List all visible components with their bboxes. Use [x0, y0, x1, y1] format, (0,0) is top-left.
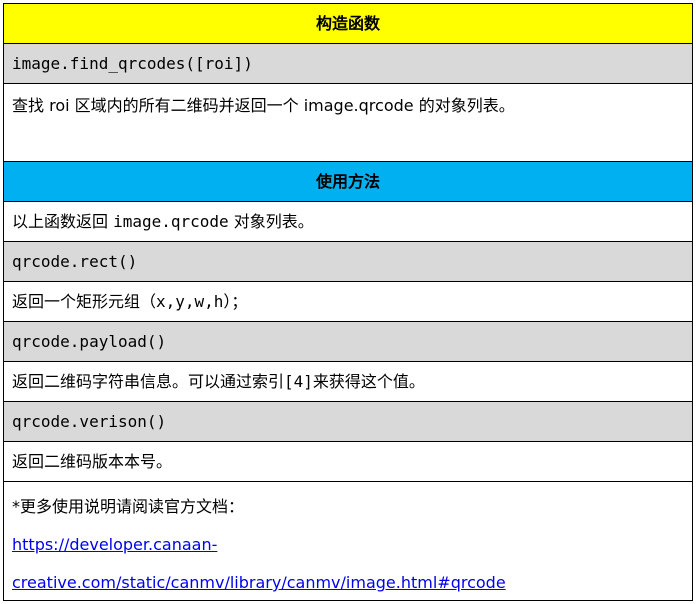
constructor-signature: image.find_qrcodes([roi]): [12, 53, 253, 73]
method-payload-description: 返回二维码字符串信息。可以通过索引[4]来获得这个值。: [12, 371, 425, 391]
method-description-row: 返回二维码版本本号。: [4, 442, 692, 482]
constructor-header-text: 构造函数: [315, 13, 380, 33]
api-table: 构造函数 image.find_qrcodes([roi]) 查找 roi 区域…: [3, 3, 693, 601]
method-description-row: 返回二维码字符串信息。可以通过索引[4]来获得这个值。: [4, 362, 692, 402]
constructor-header: 构造函数: [4, 4, 692, 44]
method-description-row: 返回一个矩形元组（x,y,w,h）；: [4, 282, 692, 322]
documentation-note-text: *更多使用说明请阅读官方文档：: [12, 497, 245, 516]
usage-intro-code: image.qrcode: [113, 211, 229, 231]
usage-intro-row: 以上函数返回 image.qrcode 对象列表。: [4, 202, 692, 242]
constructor-description: 查找 roi 区域内的所有二维码并返回一个 image.qrcode 的对象列表…: [12, 96, 515, 115]
documentation-link-line-1[interactable]: https://developer.canaan-: [12, 526, 684, 564]
documentation-link-part-2[interactable]: creative.com/static/canmv/library/canmv/…: [12, 573, 506, 592]
method-signature-row: qrcode.rect(): [4, 242, 692, 282]
method-version-description: 返回二维码版本本号。: [12, 451, 173, 471]
documentation-link-part-1[interactable]: https://developer.canaan-: [12, 535, 217, 554]
documentation-link-line-2[interactable]: creative.com/static/canmv/library/canmv/…: [12, 564, 684, 602]
method-signature-row: qrcode.payload(): [4, 322, 692, 362]
constructor-description-row: 查找 roi 区域内的所有二维码并返回一个 image.qrcode 的对象列表…: [4, 84, 692, 162]
usage-header: 使用方法: [4, 162, 692, 202]
usage-intro-suffix: 对象列表。: [228, 211, 314, 231]
method-payload-signature: qrcode.payload(): [12, 331, 167, 351]
method-rect-description: 返回一个矩形元组（x,y,w,h）；: [12, 291, 248, 311]
usage-intro-prefix: 以上函数返回: [12, 211, 114, 231]
usage-header-text: 使用方法: [315, 171, 380, 191]
method-signature-row: qrcode.verison(): [4, 402, 692, 442]
constructor-signature-row: image.find_qrcodes([roi]): [4, 44, 692, 84]
documentation-note: *更多使用说明请阅读官方文档： https://developer.canaan…: [4, 482, 692, 600]
method-version-signature: qrcode.verison(): [12, 411, 167, 431]
method-rect-signature: qrcode.rect(): [12, 251, 138, 271]
